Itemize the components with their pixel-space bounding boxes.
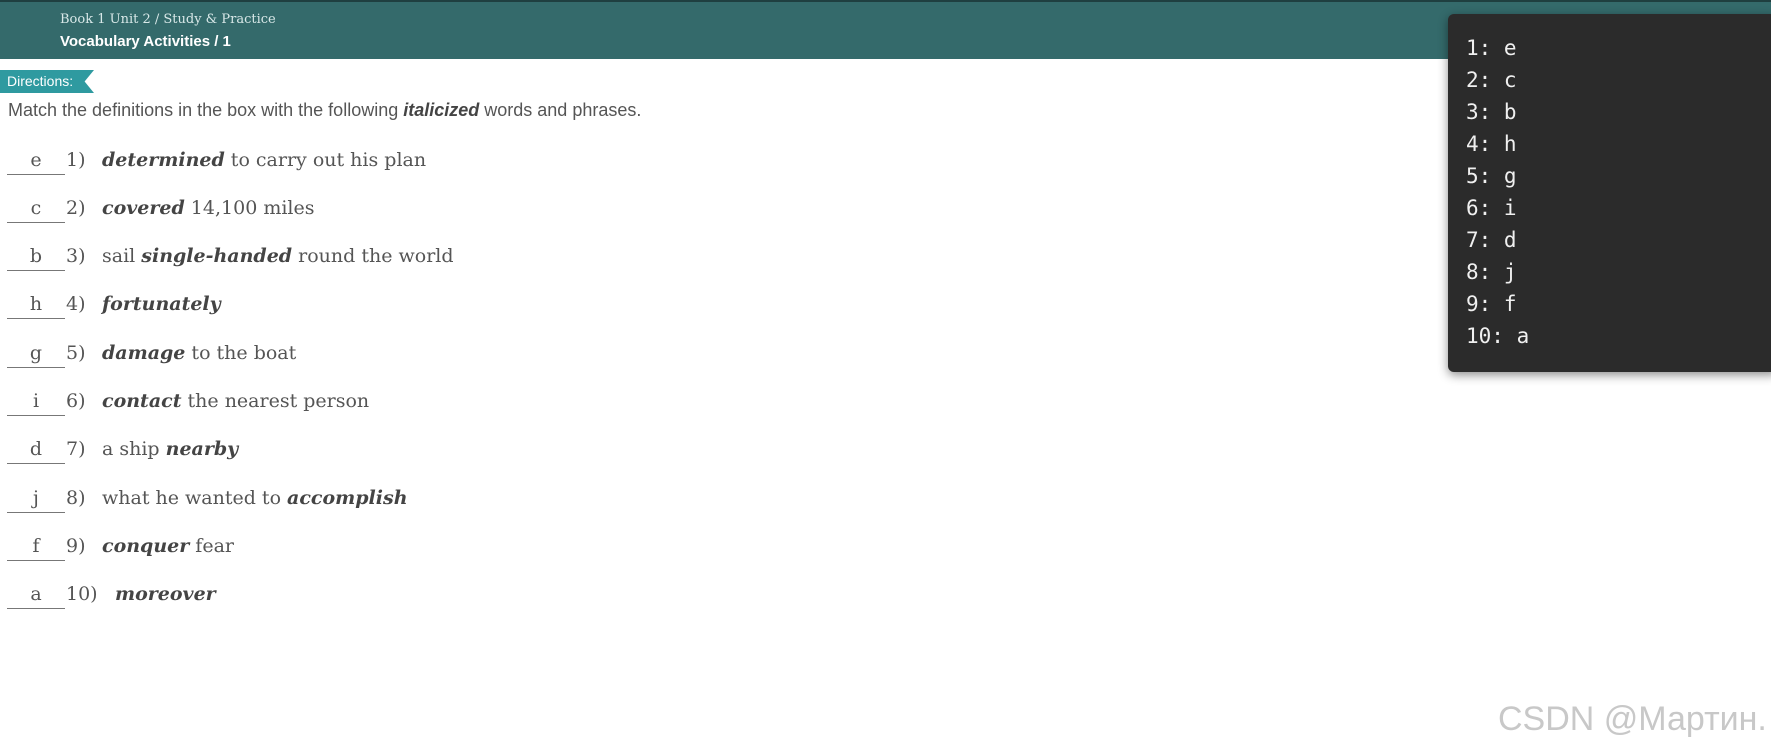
answer-blank[interactable]: j bbox=[7, 484, 65, 513]
directions-tag: Directions: bbox=[0, 70, 94, 93]
item-text: sail single-handed round the world bbox=[102, 242, 454, 270]
item-text-pre: what he wanted to bbox=[102, 487, 288, 509]
item-keyword: accomplish bbox=[287, 487, 408, 509]
item-number: 1) bbox=[66, 149, 86, 171]
directions-text-before: Match the definitions in the box with th… bbox=[8, 100, 404, 120]
item-text-post: fear bbox=[189, 535, 234, 557]
answer-key-line: 5: g bbox=[1466, 164, 1517, 188]
item-text-post: the nearest person bbox=[181, 390, 370, 412]
answer-key-panel: 1: e 2: c 3: b 4: h 5: g 6: i 7: d 8: j … bbox=[1448, 14, 1771, 372]
item-text-pre: a ship bbox=[102, 438, 166, 460]
answer-key-line: 4: h bbox=[1466, 132, 1517, 156]
item-text-post: round the world bbox=[292, 245, 454, 267]
answer-key-line: 7: d bbox=[1466, 228, 1517, 252]
item-text: contact the nearest person bbox=[102, 387, 369, 415]
item-number: 5) bbox=[66, 342, 86, 364]
answer-key-line: 2: c bbox=[1466, 68, 1517, 92]
item-text-post: to carry out his plan bbox=[224, 149, 427, 171]
answer-blank[interactable]: f bbox=[7, 532, 65, 561]
item-number: 4) bbox=[66, 293, 86, 315]
answer-blank[interactable]: a bbox=[7, 580, 65, 609]
item-number: 8) bbox=[66, 487, 86, 509]
item-keyword: contact bbox=[102, 390, 182, 412]
answer-key-line: 1: e bbox=[1466, 36, 1517, 60]
item-text-post: to the boat bbox=[185, 342, 297, 364]
directions-text-after: words and phrases. bbox=[479, 100, 642, 120]
directions-text-italic: italicized bbox=[403, 100, 480, 120]
watermark: CSDN @Мартин. bbox=[1498, 700, 1767, 738]
answer-key-line: 3: b bbox=[1466, 100, 1517, 124]
item-keyword: determined bbox=[102, 149, 225, 171]
answer-blank[interactable]: d bbox=[7, 435, 65, 464]
item-number: 9) bbox=[66, 535, 86, 557]
item-number: 10) bbox=[66, 583, 98, 605]
item-keyword: conquer bbox=[102, 535, 190, 557]
answer-key-line: 10: a bbox=[1466, 324, 1530, 348]
item-text: a ship nearby bbox=[102, 435, 238, 463]
answer-key-line: 8: j bbox=[1466, 260, 1517, 284]
item-number: 6) bbox=[66, 390, 86, 412]
item-number: 2) bbox=[66, 197, 86, 219]
item-keyword: moreover bbox=[115, 583, 216, 605]
answer-blank[interactable]: c bbox=[7, 194, 65, 223]
answer-blank[interactable]: h bbox=[7, 290, 65, 319]
item-number: 3) bbox=[66, 245, 86, 267]
item-text: determined to carry out his plan bbox=[102, 146, 426, 174]
breadcrumb[interactable]: Book 1 Unit 2 / Study & Practice bbox=[60, 12, 276, 27]
item-keyword: covered bbox=[102, 197, 185, 219]
item-text: what he wanted to accomplish bbox=[102, 484, 408, 512]
directions-text: Match the definitions in the box with th… bbox=[8, 100, 641, 121]
item-text: fortunately bbox=[102, 290, 221, 318]
item-text: damage to the boat bbox=[102, 339, 296, 367]
item-text: conquer fear bbox=[102, 532, 234, 560]
item-keyword: single-handed bbox=[141, 245, 293, 267]
answer-blank[interactable]: b bbox=[7, 242, 65, 271]
answer-blank[interactable]: e bbox=[7, 146, 65, 175]
answer-key-line: 6: i bbox=[1466, 196, 1517, 220]
page-title: Vocabulary Activities / 1 bbox=[60, 33, 231, 50]
item-text-post: 14,100 miles bbox=[184, 197, 315, 219]
answer-blank[interactable]: i bbox=[7, 387, 65, 416]
answer-key-line: 9: f bbox=[1466, 292, 1517, 316]
item-text: covered 14,100 miles bbox=[102, 194, 315, 222]
item-text-pre: sail bbox=[102, 245, 142, 267]
item-keyword: nearby bbox=[165, 438, 239, 460]
answer-blank[interactable]: g bbox=[7, 339, 65, 368]
item-keyword: fortunately bbox=[102, 293, 221, 315]
item-keyword: damage bbox=[102, 342, 186, 364]
item-number: 7) bbox=[66, 438, 86, 460]
item-text: moreover bbox=[115, 580, 216, 608]
